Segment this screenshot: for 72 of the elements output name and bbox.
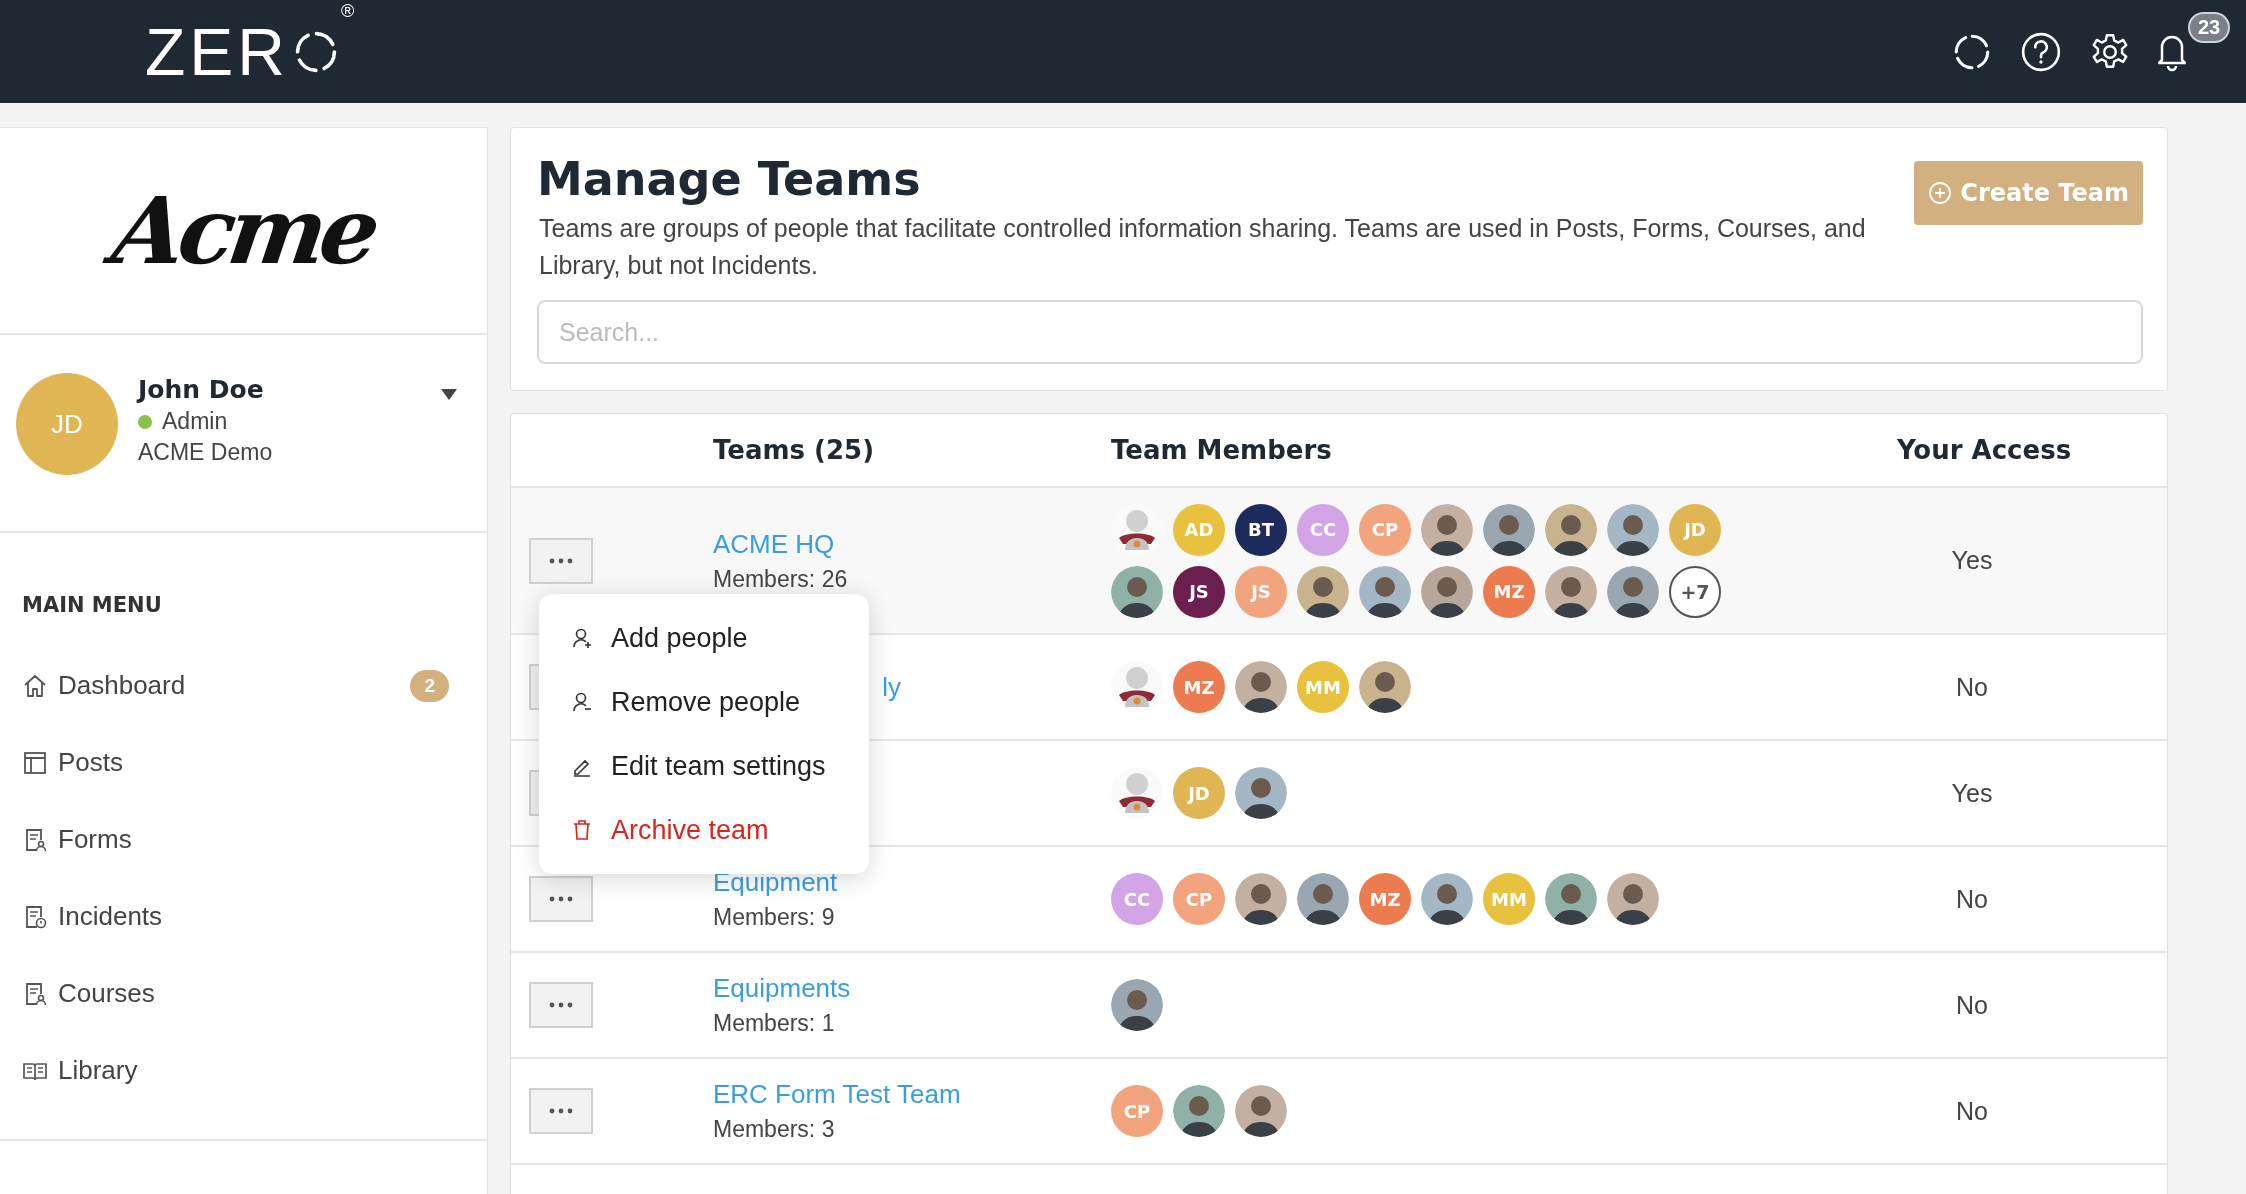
access-value: Yes: [1950, 778, 1994, 808]
page-title: Manage Teams: [537, 152, 922, 206]
member-avatar: CC: [1297, 503, 1349, 556]
search-field[interactable]: Search...: [537, 300, 2143, 364]
access-value: No: [1955, 1096, 1989, 1126]
member-avatar: [1359, 661, 1411, 713]
menu-item[interactable]: Incidents: [22, 878, 487, 955]
member-avatar: MZ: [1359, 873, 1411, 925]
trash-icon: [571, 819, 593, 841]
menu-heading: MAIN MENU: [22, 593, 163, 617]
member-avatar: JD: [1173, 767, 1225, 819]
user-organization: ACME Demo: [138, 439, 273, 466]
member-avatar: CP: [1173, 873, 1225, 925]
count-badge: 2: [410, 669, 449, 702]
menu-option[interactable]: Remove people: [539, 670, 869, 734]
member-avatar: [1297, 873, 1349, 925]
member-avatar: MM: [1297, 661, 1349, 713]
access-value: Yes: [1950, 546, 1994, 575]
app-logo: ZER: [145, 18, 289, 85]
member-avatar: CC: [1111, 873, 1163, 925]
member-avatar: MZ: [1173, 661, 1225, 713]
dots-icon: [549, 557, 573, 564]
member-avatar: JS: [1235, 565, 1287, 618]
member-avatar: CP: [1111, 1085, 1163, 1137]
access-value: No: [1955, 884, 1989, 914]
member-count: Members: 26: [713, 565, 849, 593]
member-avatar: AD: [1173, 503, 1225, 556]
member-avatar: CP: [1359, 503, 1411, 556]
member-avatar: [1421, 873, 1473, 925]
member-count: Members: 9: [713, 904, 836, 931]
menu-item[interactable]: Posts: [22, 724, 487, 801]
member-avatar: [1545, 873, 1597, 925]
member-avatar: [1173, 1085, 1225, 1137]
menu-item[interactable]: Library: [22, 1032, 487, 1109]
page-description: Teams are groups of people that facilitate controlled information sharing. Teams are used in Posts, Forms, Courses, and Library, but not Incidents.: [539, 213, 1867, 281]
member-avatar: JD: [1669, 503, 1721, 556]
member-avatar: [1235, 767, 1287, 819]
access-value: No: [1955, 672, 1989, 702]
notification-badge: 23: [2188, 11, 2231, 43]
more-members-badge[interactable]: +7: [1669, 565, 1721, 618]
member-avatar: [1235, 873, 1287, 925]
user-name: John Doe: [138, 375, 265, 404]
member-avatar: [1111, 979, 1163, 1031]
menu-item[interactable]: Dashboard 2: [22, 647, 487, 724]
access-value: No: [1955, 990, 1989, 1020]
caret-icon[interactable]: [441, 389, 457, 401]
user-role: Admin: [162, 408, 228, 435]
member-count: Members: 1: [713, 1010, 836, 1037]
person-icon: [571, 691, 593, 713]
layout-icon: [22, 749, 48, 776]
dots-icon: [549, 1002, 573, 1008]
member-avatar: BT: [1235, 503, 1287, 556]
menu-item[interactable]: Forms: [22, 801, 487, 878]
column-header: Your Access: [1895, 435, 2073, 465]
column-header: Teams (25): [713, 435, 876, 465]
member-count: Members: 3: [713, 1116, 836, 1143]
member-avatar: [1607, 873, 1659, 925]
person-icon: [571, 627, 593, 649]
member-avatar: [1235, 1085, 1287, 1137]
plus-circle-icon: [1928, 181, 1953, 205]
house-icon: [22, 672, 48, 699]
member-avatar: [1235, 661, 1287, 713]
registered-mark: ®: [341, 0, 355, 22]
dots-icon: [549, 896, 573, 902]
member-avatar: JS: [1173, 565, 1225, 618]
member-avatar: MM: [1483, 873, 1535, 925]
column-header: Team Members: [1111, 435, 1333, 465]
menu-item[interactable]: Courses: [22, 955, 487, 1032]
help-icon[interactable]: [2020, 30, 2062, 73]
user-avatar: JD: [16, 373, 118, 475]
member-avatar: MZ: [1483, 565, 1535, 618]
dots-icon: [549, 1108, 573, 1114]
